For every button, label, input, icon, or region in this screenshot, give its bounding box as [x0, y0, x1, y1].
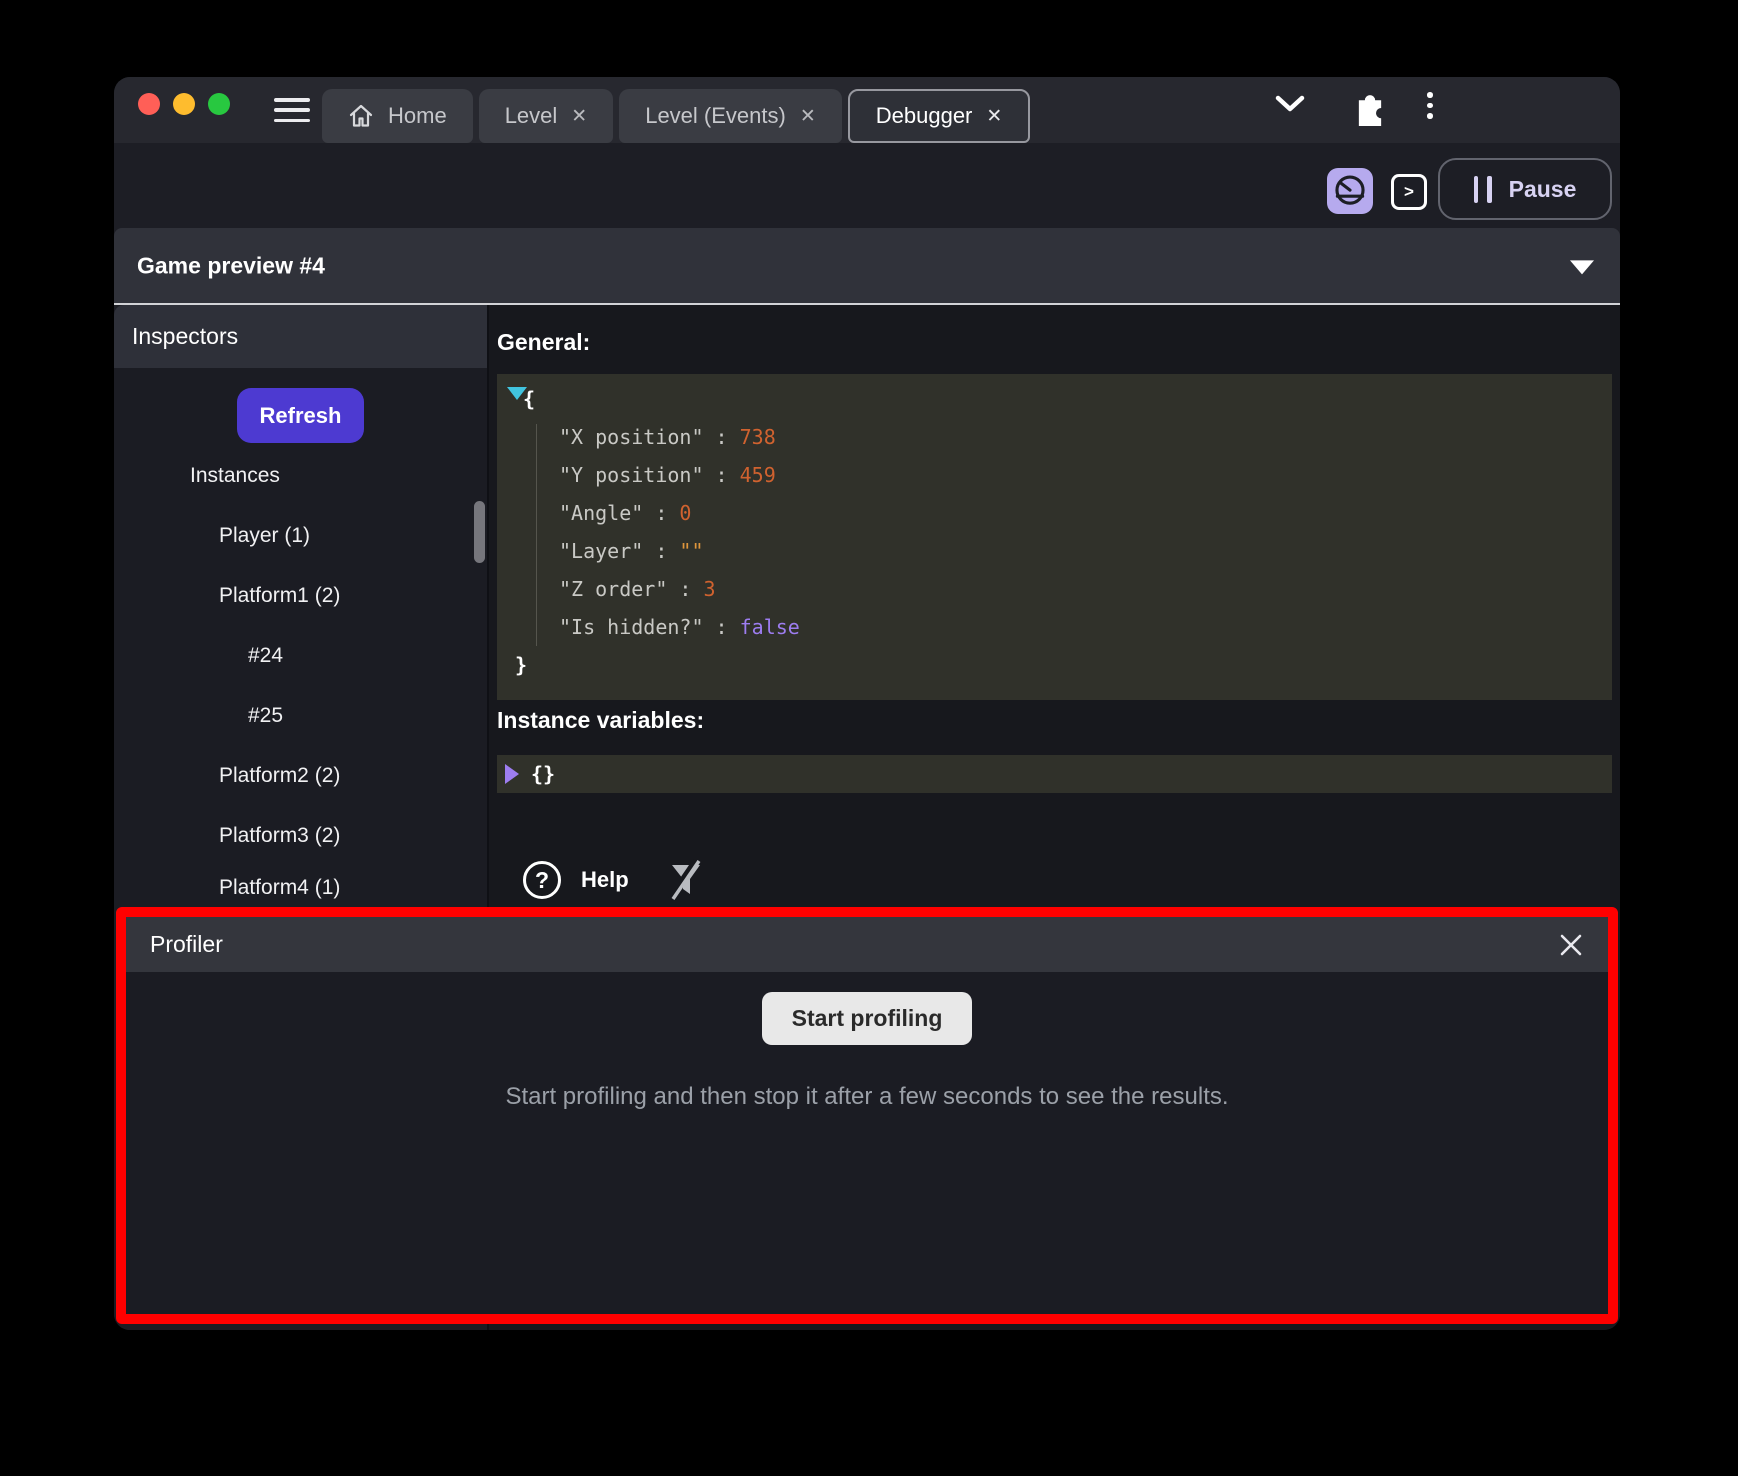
dropdown-caret-icon: [1570, 260, 1594, 274]
json-line-x-position: "X position" : 738: [505, 418, 1612, 456]
tab-bar: Home Level ✕ Level (Events) ✕ Debugger ✕: [322, 89, 1030, 143]
help-row: ? Help: [523, 858, 705, 902]
tab-level-events[interactable]: Level (Events) ✕: [619, 89, 842, 143]
help-button-label[interactable]: Help: [581, 867, 629, 893]
refresh-button[interactable]: Refresh: [237, 388, 364, 443]
tree-guide-line: [536, 424, 537, 646]
help-icon[interactable]: ?: [523, 861, 561, 899]
app-window: Home Level ✕ Level (Events) ✕ Debugger ✕: [114, 77, 1620, 1330]
extensions-puzzle-icon[interactable]: [1352, 88, 1388, 128]
tab-level[interactable]: Level ✕: [479, 89, 614, 143]
profiler-description: Start profiling and then stop it after a…: [126, 1083, 1608, 1111]
instance-variables-value: {}: [531, 762, 555, 786]
tree-item-platform3[interactable]: Platform3 (2): [219, 824, 340, 848]
chevron-down-icon[interactable]: [1274, 95, 1306, 113]
close-tab-icon[interactable]: ✕: [571, 107, 587, 126]
json-line-z-order: "Z order" : 3: [505, 570, 1612, 608]
collapsed-arrow-icon[interactable]: [505, 764, 519, 784]
profiler-gauge-button[interactable]: [1327, 168, 1373, 214]
general-heading: General:: [497, 329, 590, 356]
tab-debugger[interactable]: Debugger ✕: [848, 89, 1031, 143]
tab-label: Home: [388, 103, 447, 129]
console-button[interactable]: >: [1391, 174, 1427, 210]
tree-item-instance-25[interactable]: #25: [248, 704, 283, 728]
game-preview-dropdown[interactable]: Game preview #4: [114, 228, 1620, 303]
home-icon: [348, 103, 374, 129]
json-line-y-position: "Y position" : 459: [505, 456, 1612, 494]
tree-item-instances[interactable]: Instances: [190, 464, 280, 488]
tree-item-platform4[interactable]: Platform4 (1): [219, 876, 340, 900]
json-line-angle: "Angle" : 0: [505, 494, 1612, 532]
minimize-window-button[interactable]: [173, 93, 195, 115]
profiler-title: Profiler: [150, 931, 1558, 958]
instance-variables-viewer: {}: [497, 755, 1612, 793]
tab-home[interactable]: Home: [322, 89, 473, 143]
maximize-window-button[interactable]: [208, 93, 230, 115]
screen: Home Level ✕ Level (Events) ✕ Debugger ✕: [0, 0, 1738, 1476]
sidebar-scrollbar-thumb[interactable]: [474, 501, 485, 563]
tab-label: Level (Events): [645, 103, 786, 129]
filter-off-icon[interactable]: [665, 858, 705, 902]
close-brace: }: [515, 653, 527, 677]
title-bar: Home Level ✕ Level (Events) ✕ Debugger ✕: [114, 77, 1620, 143]
pause-button-label: Pause: [1509, 176, 1577, 203]
profiler-header: Profiler: [126, 917, 1608, 972]
tree-item-platform1[interactable]: Platform1 (2): [219, 584, 340, 608]
window-controls: [138, 93, 230, 115]
json-line-layer: "Layer" : "": [505, 532, 1612, 570]
tab-label: Level: [505, 103, 558, 129]
console-icon: >: [1404, 182, 1414, 202]
profiler-panel: Profiler Start profiling Start profiling…: [116, 907, 1618, 1324]
inspectors-header: Inspectors: [114, 305, 487, 368]
tree-item-player[interactable]: Player (1): [219, 524, 310, 548]
close-window-button[interactable]: [138, 93, 160, 115]
close-tab-icon[interactable]: ✕: [986, 107, 1002, 126]
instance-variables-heading: Instance variables:: [497, 707, 704, 734]
start-profiling-button[interactable]: Start profiling: [762, 992, 973, 1045]
close-tab-icon[interactable]: ✕: [800, 107, 816, 126]
tree-item-instance-24[interactable]: #24: [248, 644, 283, 668]
close-profiler-icon[interactable]: [1558, 932, 1584, 958]
tab-label: Debugger: [876, 103, 973, 129]
expand-arrow-icon[interactable]: [507, 387, 527, 400]
pause-icon: [1474, 176, 1492, 203]
pause-button[interactable]: Pause: [1438, 158, 1612, 220]
game-preview-title: Game preview #4: [137, 252, 325, 279]
tree-item-platform2[interactable]: Platform2 (2): [219, 764, 340, 788]
general-json-viewer: { "X position" : 738 "Y position" : 459 …: [497, 374, 1612, 700]
json-line-is-hidden: "Is hidden?" : false: [505, 608, 1612, 646]
profiler-body: Start profiling Start profiling and then…: [126, 972, 1608, 1111]
main-menu-icon[interactable]: [274, 98, 310, 122]
kebab-menu-icon[interactable]: [1427, 92, 1433, 119]
